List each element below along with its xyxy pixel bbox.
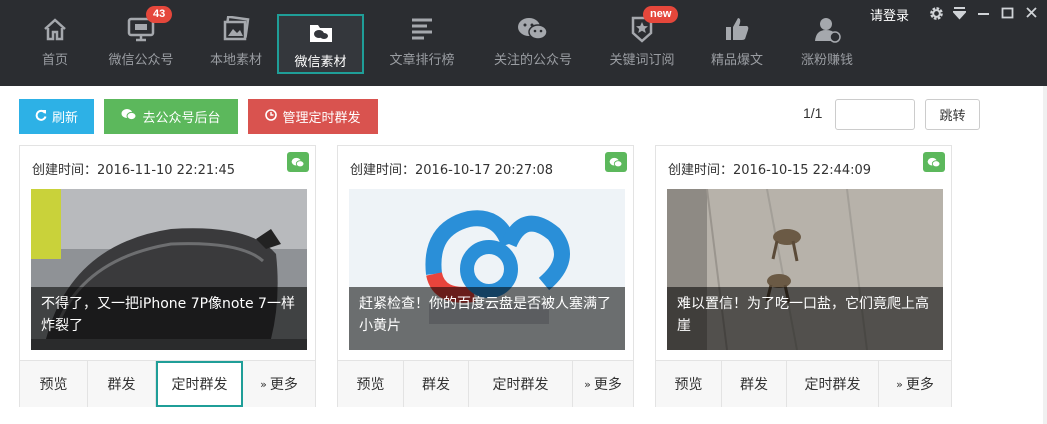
jump-button[interactable]: 跳转 [925, 99, 980, 130]
preview-button[interactable]: 预览 [338, 361, 404, 407]
folder-wechat-icon [304, 18, 338, 48]
article-card: 创建时间：2016-10-17 20:27:08 赶紧检查！你的百度云盘是否被人… [337, 145, 634, 407]
article-thumbnail[interactable]: 不得了，又一把iPhone 7P像note 7一样炸裂了 [31, 189, 307, 350]
double-chevron-down-icon: » [260, 377, 267, 391]
vertical-scrollbar[interactable] [1043, 86, 1047, 424]
created-time: 创建时间：2016-10-17 20:27:08 [350, 163, 554, 178]
preview-button[interactable]: 预览 [20, 361, 88, 407]
list-icon [405, 14, 439, 44]
page-indicator: 1/1 [803, 105, 823, 121]
nav-article-ranking[interactable]: 文章排行榜 [384, 0, 460, 86]
close-icon[interactable] [1025, 6, 1038, 22]
more-label: 更多 [905, 377, 934, 393]
nav-label: 本地素材 [209, 53, 262, 68]
image-icon [219, 14, 253, 44]
nav-wechat-accounts[interactable]: 43 微信公众号 [101, 0, 181, 86]
nav-label: 关键词订阅 [609, 53, 675, 68]
go-to-backend-button[interactable]: 去公众号后台 [104, 99, 238, 134]
manage-scheduled-send-button[interactable]: 管理定时群发 [248, 99, 378, 134]
nav-label: 文章排行榜 [389, 53, 455, 68]
article-title: 难以置信！为了吃一口盐，它们竟爬上高崖 [667, 287, 943, 350]
article-card: 创建时间：2016-11-10 22:21:45 不得了，又一把iPhone 7… [19, 145, 316, 407]
created-time: 创建时间：2016-11-10 22:21:45 [32, 163, 236, 178]
refresh-label: 刷新 [51, 111, 78, 126]
more-button[interactable]: » 更多 [243, 361, 315, 407]
wechat-badge-icon [923, 152, 945, 172]
maximize-icon[interactable] [1001, 6, 1014, 22]
home-icon [38, 14, 72, 44]
minimize-icon[interactable] [977, 6, 990, 22]
nav-wechat-materials[interactable]: 微信素材 [277, 14, 364, 74]
double-chevron-down-icon: » [896, 377, 903, 391]
mass-send-button[interactable]: 群发 [404, 361, 469, 407]
wechat-icon [121, 108, 137, 125]
preview-button[interactable]: 预览 [656, 361, 722, 407]
more-button[interactable]: » 更多 [879, 361, 951, 407]
nav-label: 首页 [41, 53, 68, 68]
refresh-button[interactable]: 刷新 [19, 99, 94, 134]
nav-label: 微信公众号 [108, 53, 174, 68]
nav-premium-articles[interactable]: 精品爆文 [704, 0, 770, 86]
login-link[interactable]: 请登录 [870, 5, 909, 24]
more-button[interactable]: » 更多 [573, 361, 633, 407]
wechat-icon [516, 14, 550, 44]
article-thumbnail[interactable]: 赶紧检查！你的百度云盘是否被人塞满了小黄片 [349, 189, 625, 350]
nav-grow-fans[interactable]: 涨粉赚钱 [795, 0, 859, 86]
scheduled-send-button[interactable]: 定时群发 [156, 361, 243, 407]
article-card: 创建时间：2016-10-15 22:44:09 难以置信！为了吃一口盐，它们竟… [655, 145, 952, 407]
go-to-backend-label: 去公众号后台 [142, 111, 221, 126]
user-money-icon [810, 14, 844, 44]
card-actions: 预览 群发 定时群发 » 更多 [656, 360, 951, 407]
scheduled-send-button[interactable]: 定时群发 [787, 361, 879, 407]
refresh-icon [35, 109, 47, 125]
nav-keyword-subscription[interactable]: new 关键词订阅 [604, 0, 680, 86]
double-chevron-down-icon: » [584, 377, 591, 391]
mass-send-button[interactable]: 群发 [88, 361, 156, 407]
new-badge: new [643, 6, 679, 23]
article-title: 赶紧检查！你的百度云盘是否被人塞满了小黄片 [349, 287, 625, 350]
nav-home[interactable]: 首页 [27, 0, 83, 86]
nav-label: 微信素材 [294, 55, 347, 70]
article-title: 不得了，又一把iPhone 7P像note 7一样炸裂了 [31, 287, 307, 350]
article-thumbnail[interactable]: 难以置信！为了吃一口盐，它们竟爬上高崖 [667, 189, 943, 350]
clock-icon [265, 108, 278, 125]
settings-gear-icon[interactable] [929, 6, 944, 23]
wechat-badge-icon [287, 152, 309, 172]
card-actions: 预览 群发 定时群发 » 更多 [20, 360, 315, 407]
nav-followed-accounts[interactable]: 关注的公众号 [486, 0, 580, 86]
wechat-badge-icon [605, 152, 627, 172]
nav-label: 关注的公众号 [493, 53, 572, 68]
monitor-icon: 43 [124, 6, 173, 44]
unread-badge: 43 [146, 6, 173, 23]
thumbs-up-icon [720, 14, 754, 44]
star-badge-icon: new [625, 6, 679, 44]
more-label: 更多 [269, 377, 298, 393]
nav-local-materials[interactable]: 本地素材 [201, 0, 271, 86]
more-label: 更多 [593, 377, 622, 393]
scheduled-send-button[interactable]: 定时群发 [469, 361, 573, 407]
nav-label: 精品爆文 [710, 53, 763, 68]
dropdown-menu-icon[interactable] [951, 6, 968, 22]
created-time: 创建时间：2016-10-15 22:44:09 [668, 163, 872, 178]
card-actions: 预览 群发 定时群发 » 更多 [338, 360, 633, 407]
page-number-input[interactable] [835, 99, 915, 130]
nav-label: 涨粉赚钱 [800, 53, 853, 68]
mass-send-button[interactable]: 群发 [722, 361, 787, 407]
manage-scheduled-send-label: 管理定时群发 [282, 111, 361, 126]
top-nav: 首页 43 微信公众号 本地素材 微信素材 文章排行榜 关注的公众号 new 关… [0, 0, 1047, 86]
